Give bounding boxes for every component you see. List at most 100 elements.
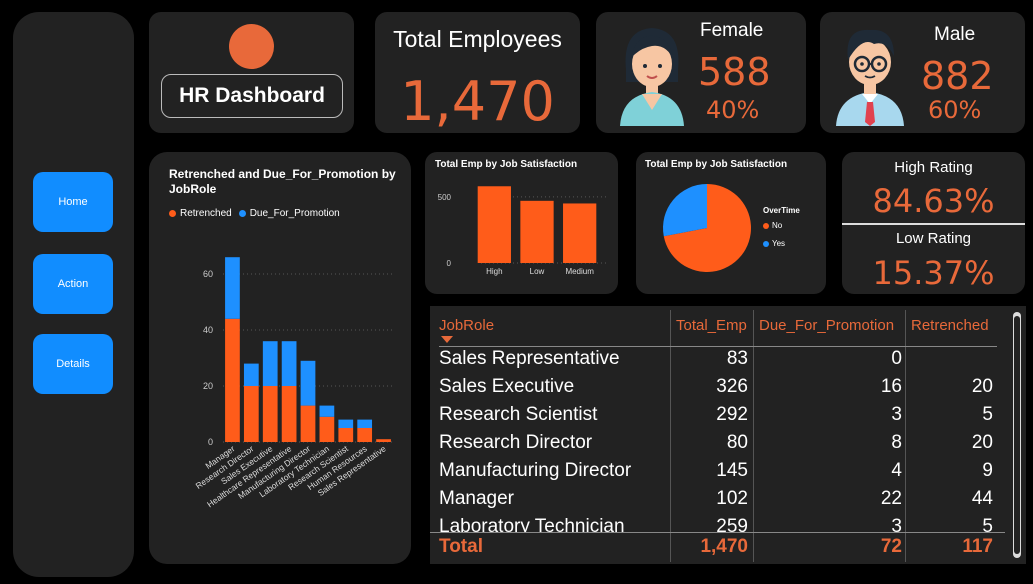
total-employees-label: Total Employees xyxy=(393,26,562,52)
bar-due-for-promotion xyxy=(243,363,259,386)
cell-retrenched: 20 xyxy=(971,376,993,397)
bar-retrenched xyxy=(300,405,316,442)
cell-jobrole: Research Director xyxy=(439,432,593,453)
total-row-total-emp: 1,470 xyxy=(700,536,748,557)
total-employees-value: 1,470 xyxy=(400,70,555,133)
y-tick-label: 0 xyxy=(208,437,213,447)
cell-due-for-promotion: 8 xyxy=(891,432,902,453)
dashboard-title: HR Dashboard xyxy=(161,74,343,118)
bar-due-for-promotion xyxy=(338,419,354,428)
bar-retrenched xyxy=(338,428,354,442)
y-tick-label: 60 xyxy=(203,269,213,279)
total-employees-card: Total Employees 1,470 xyxy=(375,12,580,133)
cell-retrenched: 44 xyxy=(971,488,993,509)
pie-plot xyxy=(663,184,751,272)
cell-total-emp: 80 xyxy=(726,432,748,453)
cell-due-for-promotion: 3 xyxy=(891,404,902,425)
pie-slice-yes xyxy=(663,184,707,237)
cell-jobrole: Manager xyxy=(439,488,514,509)
bar-retrenched xyxy=(376,439,391,442)
table-body: Sales Representative 83 0 Sales Executive 32… xyxy=(430,306,1005,532)
male-card: Male 882 60% xyxy=(820,12,1025,133)
bar-due-for-promotion xyxy=(357,419,373,428)
cell-total-emp: 259 xyxy=(716,516,748,532)
title-card: HR Dashboard xyxy=(149,12,354,133)
cell-jobrole: Laboratory Technician xyxy=(439,516,625,532)
bar-medium xyxy=(563,203,597,263)
bar-retrenched xyxy=(262,386,278,442)
bar-retrenched xyxy=(319,416,335,442)
cell-retrenched: 5 xyxy=(982,404,993,425)
bar-high xyxy=(477,186,511,263)
female-card: Female 588 40% xyxy=(596,12,806,133)
jobrole-stacked-bar-chart-card: Retrenched and Due_For_Promotion by JobR… xyxy=(149,152,411,564)
action-button[interactable]: Action xyxy=(33,254,113,314)
pie-legend-yes: Yes xyxy=(763,239,785,248)
low-rating-value: 15.37% xyxy=(872,254,995,292)
logo-circle-icon xyxy=(229,24,274,69)
table-scrollbar[interactable] xyxy=(1013,312,1021,558)
y-tick-label: 0 xyxy=(447,259,452,268)
cell-retrenched: 5 xyxy=(982,516,993,532)
total-row-retrenched: 117 xyxy=(962,536,993,557)
y-tick-label: 500 xyxy=(438,193,452,202)
bar-retrenched xyxy=(225,318,240,442)
cell-jobrole: Manufacturing Director xyxy=(439,460,632,481)
x-tick-label: Medium xyxy=(565,267,594,276)
pie-legend-yes-label: Yes xyxy=(772,239,786,248)
home-button[interactable]: Home xyxy=(33,172,113,232)
bar-due-for-promotion xyxy=(300,360,316,406)
bar-low xyxy=(520,200,554,263)
scrollbar-thumb[interactable] xyxy=(1014,316,1020,554)
bar-due-for-promotion xyxy=(225,257,240,319)
bar-due-for-promotion xyxy=(319,405,335,417)
cell-total-emp: 292 xyxy=(716,404,748,425)
cell-due-for-promotion: 22 xyxy=(880,488,902,509)
bar-retrenched xyxy=(243,386,259,442)
high-rating-label: High Rating xyxy=(894,159,973,176)
x-tick-label: Low xyxy=(530,267,545,276)
overtime-pie-chart-card: Total Emp by Job Satisfaction OverTime N… xyxy=(636,152,826,294)
bar-due-for-promotion xyxy=(262,341,278,386)
high-rating-value: 84.63% xyxy=(872,182,995,220)
cell-retrenched: 9 xyxy=(982,460,993,481)
jobrole-chart-plot: 0204060ManagerResearch DirectorSales Exe… xyxy=(194,257,393,509)
cell-jobrole: Research Scientist xyxy=(439,404,598,425)
sidebar: Home Action Details xyxy=(13,12,134,577)
female-label: Female xyxy=(700,20,764,41)
cell-total-emp: 102 xyxy=(716,488,748,509)
female-avatar-icon xyxy=(620,28,684,126)
cell-jobrole: Sales Executive xyxy=(439,376,575,397)
pie-legend-title: OverTime xyxy=(763,206,800,215)
cell-retrenched: 20 xyxy=(971,432,993,453)
cell-total-emp: 83 xyxy=(726,348,748,369)
pie-legend-no-dot xyxy=(763,222,769,229)
x-tick-label: High xyxy=(486,267,502,276)
male-label: Male xyxy=(934,24,976,45)
pie-legend-no-label: No xyxy=(772,221,783,230)
male-avatar-icon xyxy=(836,29,904,126)
male-count: 882 xyxy=(921,54,994,98)
total-row-label: Total xyxy=(439,536,483,557)
cell-due-for-promotion: 0 xyxy=(891,348,902,369)
total-row-divider xyxy=(430,532,1005,533)
bar-due-for-promotion xyxy=(281,341,297,386)
cell-due-for-promotion: 4 xyxy=(891,460,902,481)
jobrole-table: JobRole Total_Emp Due_For_Promotion Retr… xyxy=(430,306,1026,564)
female-count: 588 xyxy=(698,50,771,94)
job-satisfaction-bar-chart-card: Total Emp by Job Satisfaction 0 500 High Lo… xyxy=(425,152,618,294)
total-row-promotion: 72 xyxy=(880,536,902,557)
low-rating-label: Low Rating xyxy=(895,230,972,247)
job-satisfaction-plot: 0 500 High Low Medium xyxy=(438,186,609,276)
pie-legend-no: No xyxy=(763,221,782,230)
cell-total-emp: 326 xyxy=(716,376,748,397)
cell-total-emp: 145 xyxy=(716,460,748,481)
pie-legend-yes-dot xyxy=(763,240,769,247)
cell-due-for-promotion: 3 xyxy=(891,516,902,532)
female-percent: 40% xyxy=(706,96,760,124)
y-tick-label: 20 xyxy=(203,381,213,391)
details-button[interactable]: Details xyxy=(33,334,113,394)
y-tick-label: 40 xyxy=(203,325,213,335)
bar-retrenched xyxy=(357,428,373,442)
cell-jobrole: Sales Representative xyxy=(439,348,620,369)
